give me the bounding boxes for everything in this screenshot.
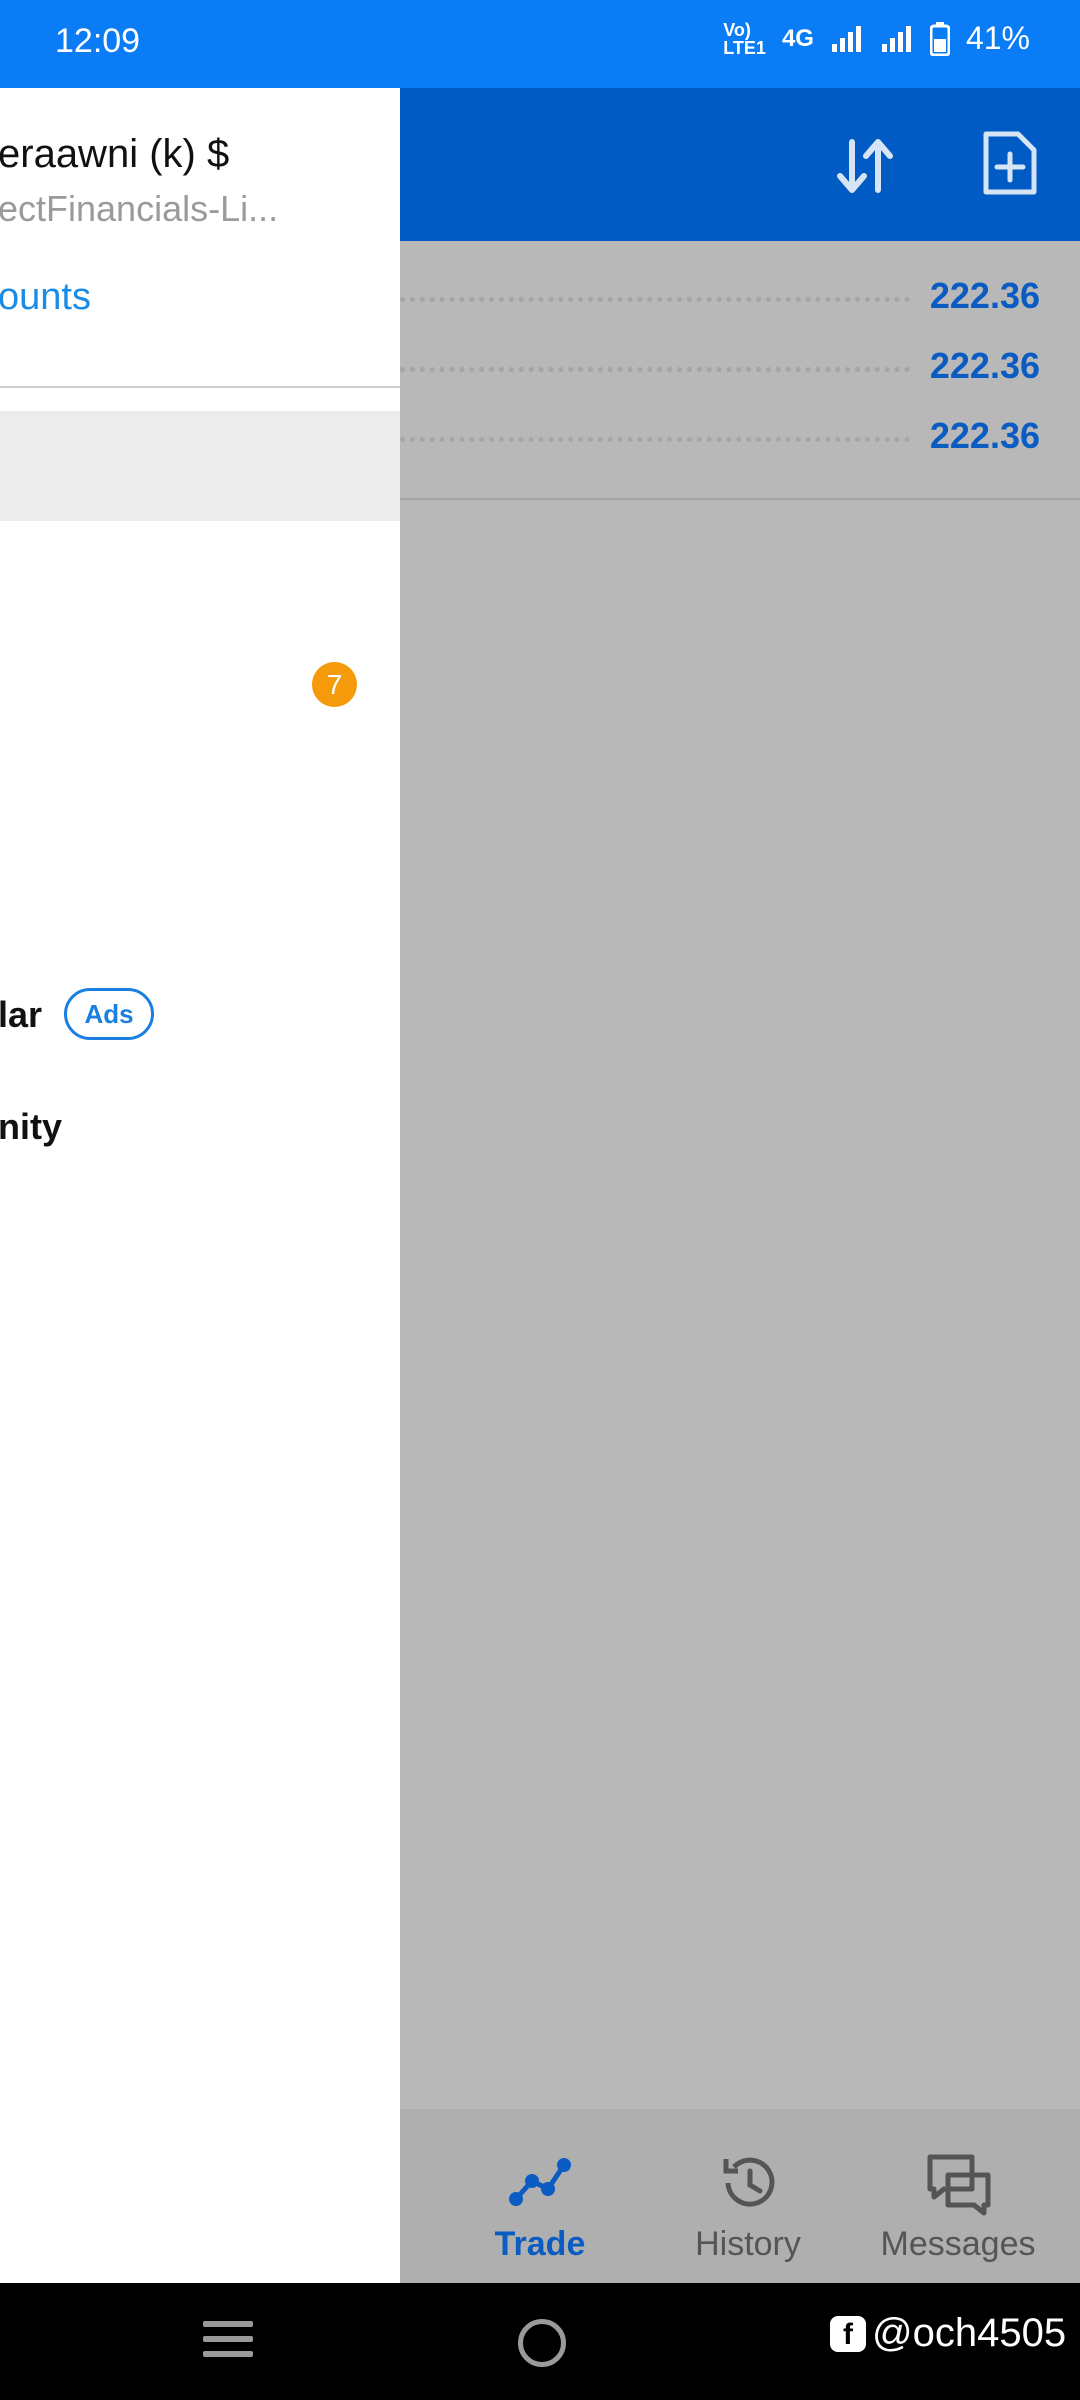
list-item[interactable]: 222.36 [400, 263, 1080, 333]
nav-trade-label: Trade [494, 2225, 586, 2263]
nav-messages[interactable]: Messages [853, 2109, 1063, 2283]
facebook-icon: f [830, 2315, 866, 2352]
dotted-leader [400, 437, 910, 442]
watermark-text: @och4505 [872, 2311, 1067, 2355]
messages-icon [927, 2154, 991, 2216]
list-item[interactable]: 222.36 [400, 333, 1080, 403]
manage-accounts-link[interactable]: ounts [0, 276, 91, 319]
divider [400, 498, 1080, 500]
signal-icon-2 [881, 25, 911, 52]
account-name: eraawni (k) $ [0, 132, 230, 176]
drawer-item-community[interactable]: nity [0, 1106, 62, 1148]
notification-badge: 7 [312, 662, 357, 707]
dotted-leader [400, 297, 910, 302]
bottom-navigation: Trade History Messages [400, 2109, 1080, 2283]
network-type: 4G [781, 24, 814, 52]
history-icon [723, 2157, 775, 2207]
recent-apps-button[interactable] [203, 2321, 253, 2363]
nav-messages-label: Messages [880, 2225, 1036, 2263]
drawer-item-calendar[interactable]: lar [0, 994, 42, 1036]
nav-history-label: History [695, 2225, 801, 2263]
price-value: 222.36 [929, 415, 1040, 456]
ads-badge: Ads [64, 988, 154, 1040]
home-button[interactable] [518, 2319, 566, 2367]
navigation-drawer: eraawni (k) $ ectFinancials-Li... ounts … [0, 88, 400, 2283]
battery-icon [929, 21, 950, 56]
nav-trade[interactable]: Trade [435, 2109, 645, 2283]
trade-chart-icon [509, 2158, 571, 2206]
quotes-list: 222.36 222.36 222.36 [400, 241, 1080, 2109]
status-time: 12:09 [55, 22, 141, 60]
drawer-item-selected[interactable] [0, 411, 400, 521]
drawer-divider [0, 386, 400, 388]
list-item[interactable]: 222.36 [400, 403, 1080, 473]
volte-icon: Vo) LTE1 [723, 19, 766, 58]
status-bar: 12:09 Vo) LTE1 4G 41% [0, 0, 1080, 88]
app-bar [400, 88, 1080, 241]
price-value: 222.36 [929, 345, 1040, 386]
nav-history[interactable]: History [643, 2109, 853, 2283]
signal-icon [831, 25, 861, 52]
account-server: ectFinancials-Li... [0, 188, 279, 229]
battery-level: 41% [965, 20, 1030, 56]
sort-icon[interactable] [832, 132, 900, 200]
status-icons: Vo) LTE1 4G 41% [723, 20, 1030, 57]
price-value: 222.36 [929, 275, 1040, 316]
new-order-icon[interactable] [980, 130, 1038, 198]
watermark: f @och4505 [830, 2311, 1066, 2356]
dotted-leader [400, 367, 910, 372]
system-nav-bar: f @och4505 [0, 2283, 1080, 2400]
